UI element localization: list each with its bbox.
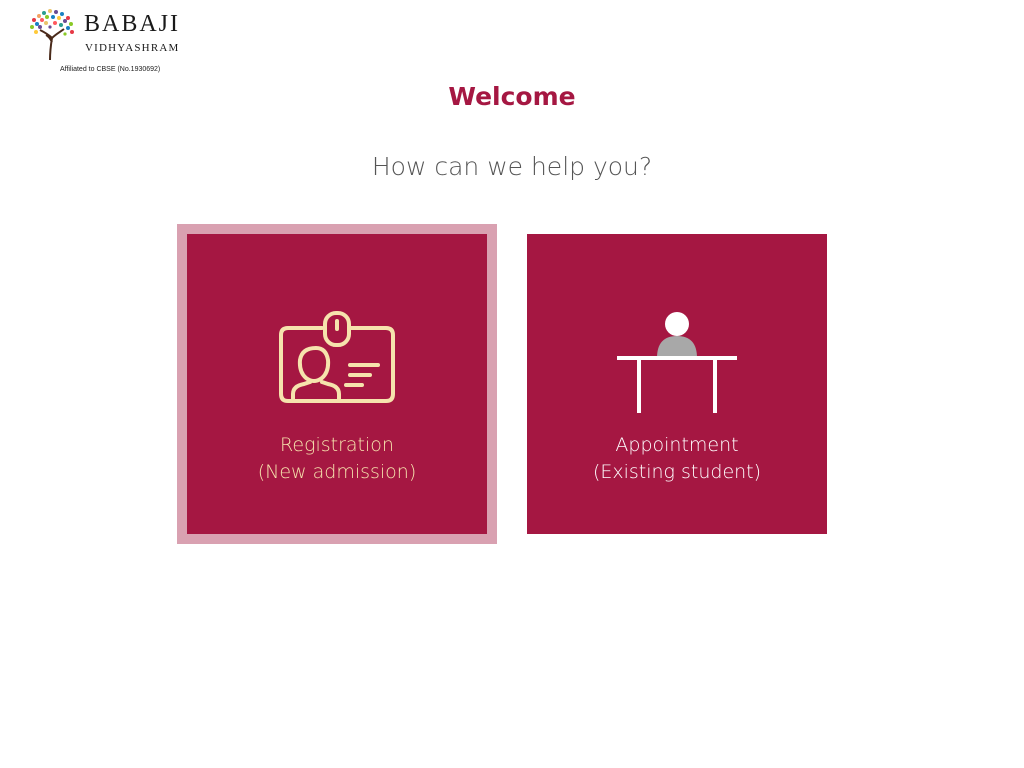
registration-label: Registration (New admission) <box>187 432 487 486</box>
school-logo[interactable]: BABAJI VIDHYASHRAM Affiliated to CBSE (N… <box>28 8 198 78</box>
help-prompt: How can we help you? <box>371 152 653 181</box>
appointment-option-button[interactable]: Appointment (Existing student) <box>527 234 827 534</box>
appointment-title: Appointment <box>615 434 739 456</box>
logo-affiliation: Affiliated to CBSE (No.1930692) <box>60 66 161 73</box>
registration-option-button[interactable]: Registration (New admission) <box>177 224 497 544</box>
appointment-label: Appointment (Existing student) <box>527 432 827 486</box>
registration-subtitle: (New admission) <box>257 461 417 483</box>
logo-name: BABAJI <box>84 11 181 37</box>
welcome-heading: Welcome <box>448 82 576 111</box>
welcome-page: BABAJI VIDHYASHRAM Affiliated to CBSE (N… <box>0 0 1024 768</box>
tree-logo-icon <box>30 9 74 61</box>
logo-subtitle: VIDHYASHRAM <box>85 42 180 54</box>
person-at-desk-icon <box>527 310 827 420</box>
id-card-icon <box>187 310 487 420</box>
registration-title: Registration <box>280 434 394 456</box>
appointment-subtitle: (Existing student) <box>592 461 762 483</box>
